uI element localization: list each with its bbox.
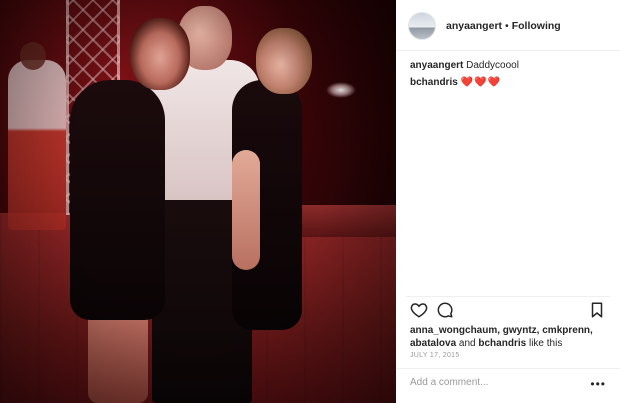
action-bar xyxy=(410,301,606,321)
author-username[interactable]: anyaangert xyxy=(446,20,502,32)
comment-bubble-icon[interactable] xyxy=(436,301,454,319)
likes-summary: anna_wongchaum, gwyntz, cmkprenn, abatal… xyxy=(410,324,610,350)
following-button[interactable]: Following xyxy=(512,20,561,32)
divider xyxy=(396,368,620,369)
heart-icon[interactable] xyxy=(410,301,428,319)
post-date[interactable]: JULY 17, 2015 xyxy=(410,352,460,359)
more-options-icon[interactable]: ••• xyxy=(590,377,606,391)
divider xyxy=(406,296,610,297)
likes-users[interactable]: anna_wongchaum, gwyntz, cmkprenn, xyxy=(410,325,593,336)
instagram-post: anyaangert • Following anyaangert Daddyc… xyxy=(0,0,620,403)
comment-caption: anyaangert Daddycoool xyxy=(410,60,519,71)
comment-item: bchandris ❤️❤️❤️ xyxy=(410,77,501,88)
post-photo[interactable] xyxy=(0,0,396,403)
likes-suffix: like this xyxy=(528,338,563,349)
post-header: anyaangert • Following xyxy=(408,12,608,40)
header-separator: • xyxy=(505,20,509,32)
avatar[interactable] xyxy=(408,12,436,40)
likes-user[interactable]: abatalova xyxy=(410,338,456,349)
comment-username[interactable]: anyaangert xyxy=(410,60,463,71)
bookmark-icon[interactable] xyxy=(588,301,606,319)
comment-username[interactable]: bchandris xyxy=(410,77,458,88)
add-comment-input[interactable]: Add a comment... xyxy=(410,377,580,388)
likes-and: and xyxy=(458,338,476,349)
likes-user[interactable]: bchandris xyxy=(478,338,526,349)
comment-text: ❤️❤️❤️ xyxy=(460,77,501,88)
divider xyxy=(396,50,620,51)
post-sidebar: anyaangert • Following anyaangert Daddyc… xyxy=(396,0,620,403)
comment-text: Daddycoool xyxy=(466,60,519,71)
